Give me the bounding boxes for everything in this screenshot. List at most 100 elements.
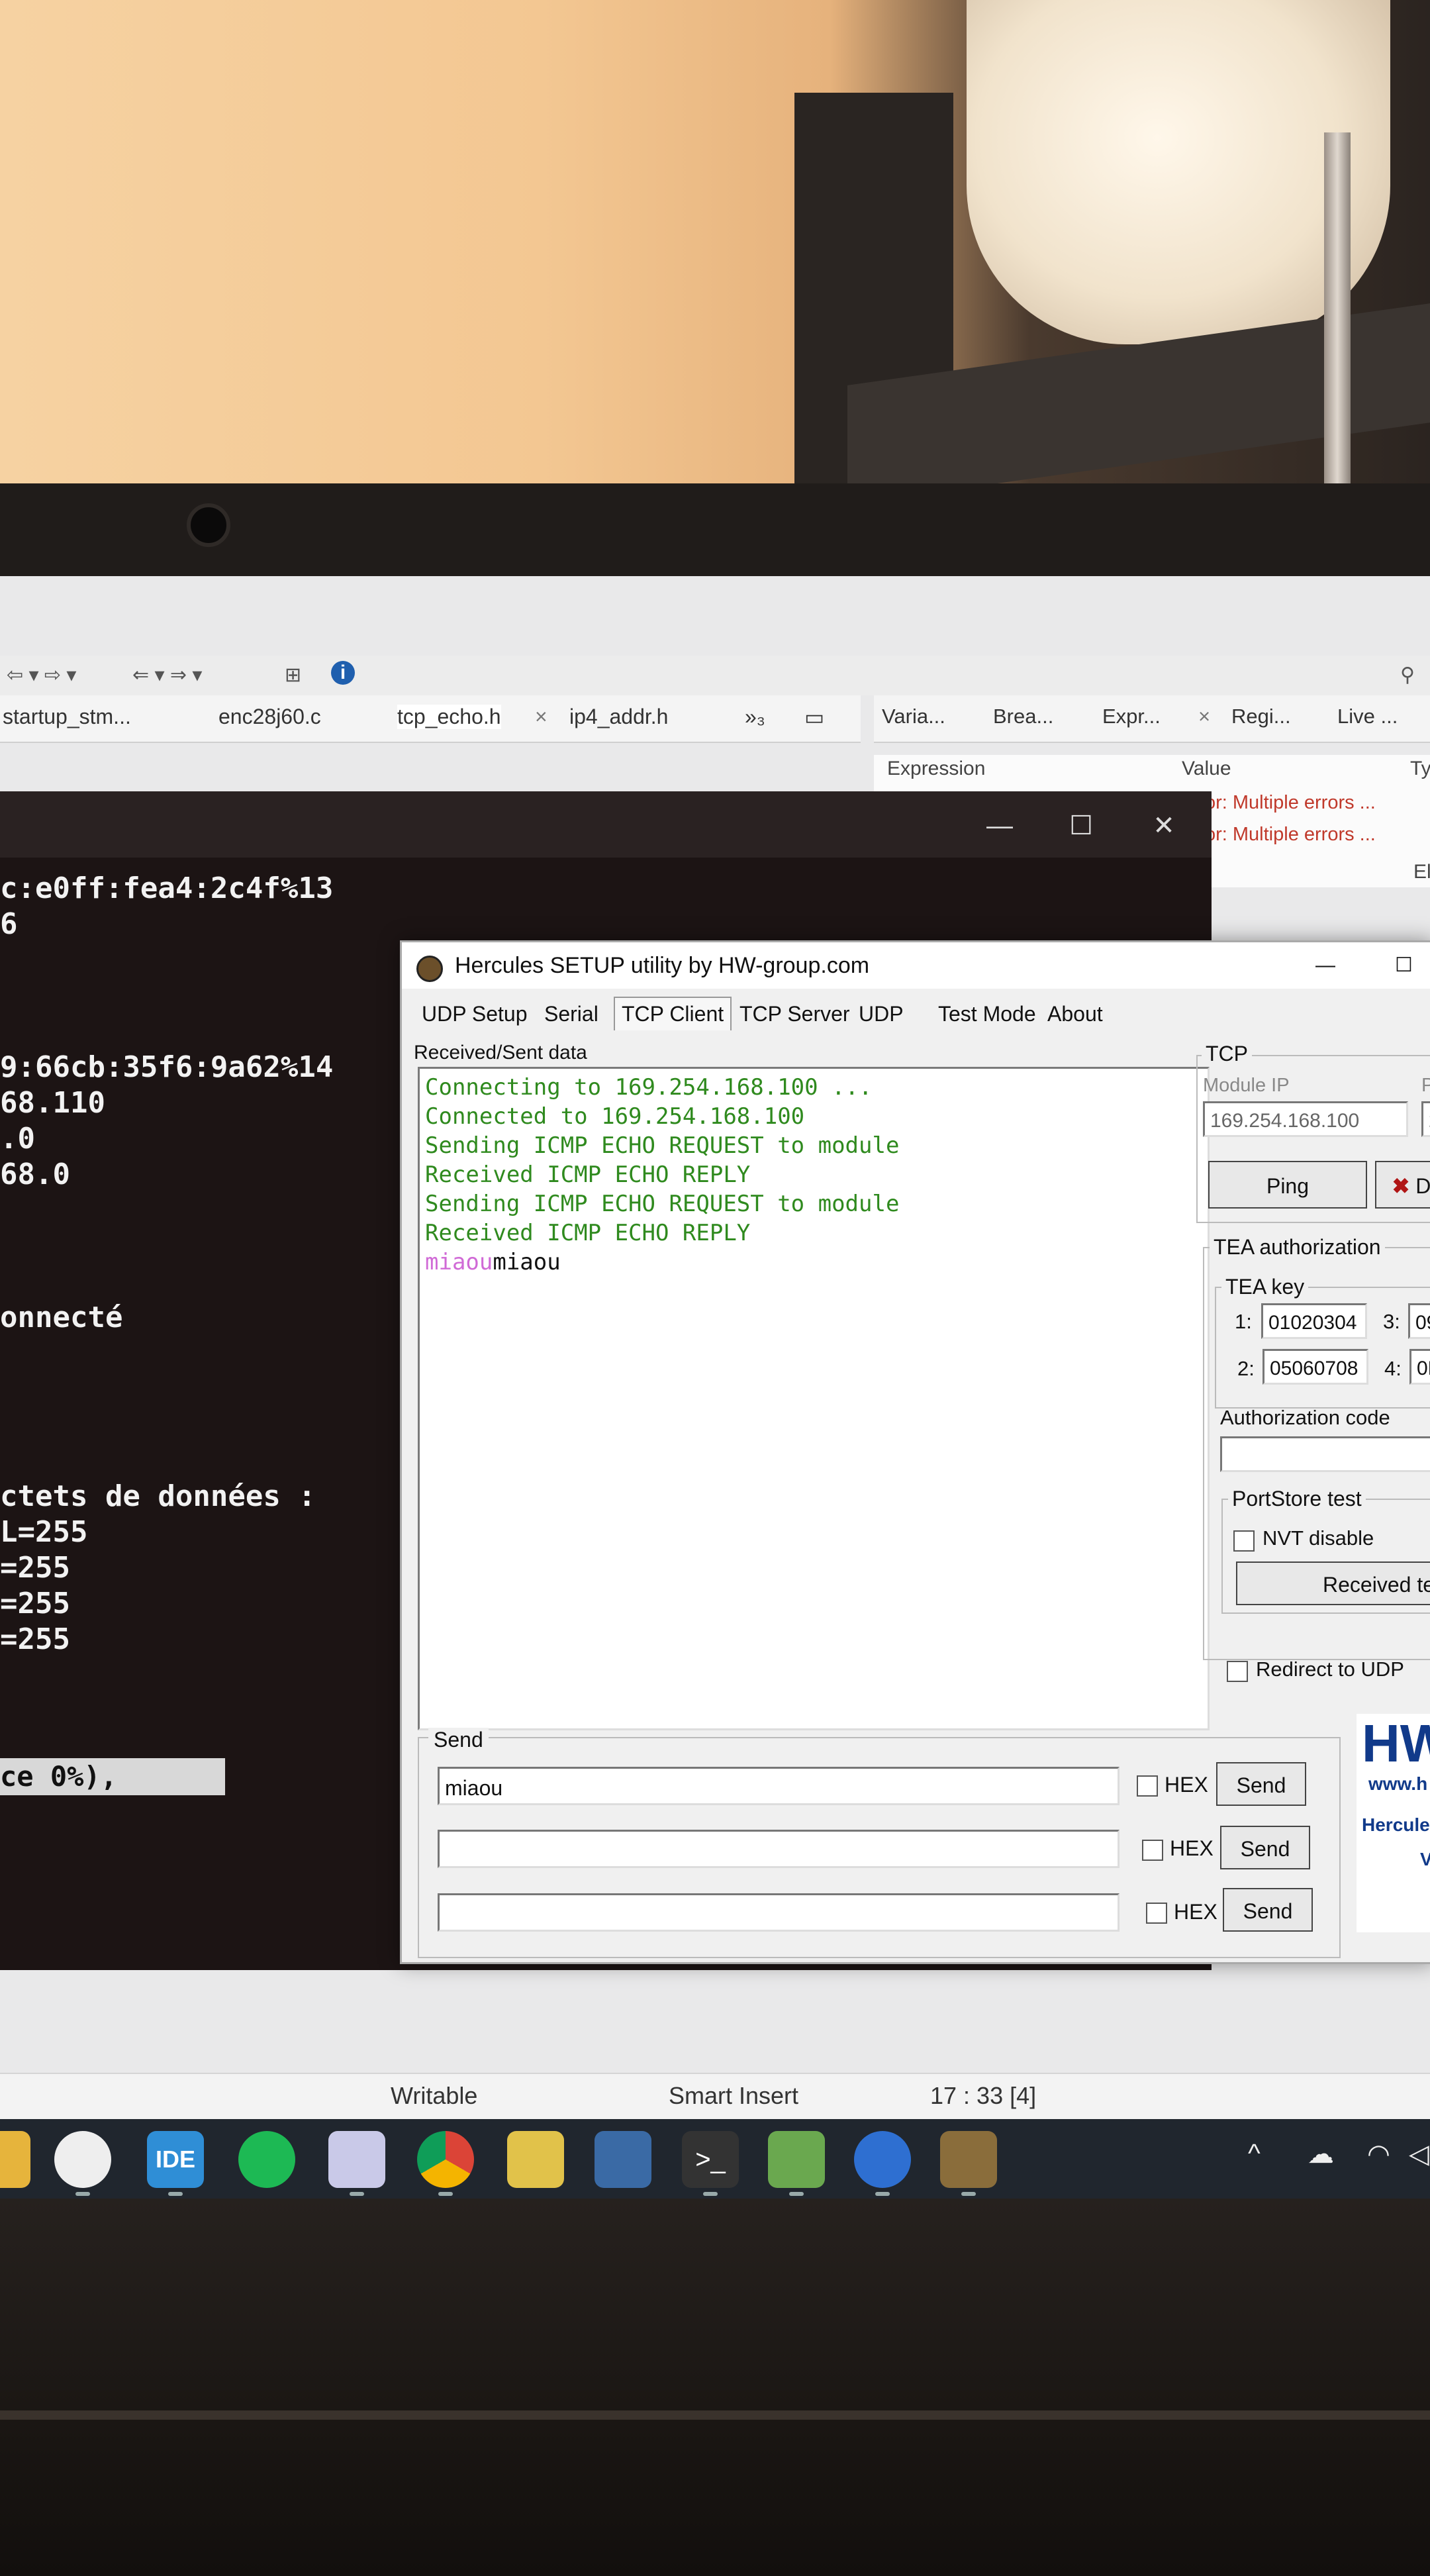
send-button-2[interactable]: Send bbox=[1220, 1826, 1310, 1869]
open-perspective-icon[interactable]: ⊞ bbox=[285, 664, 301, 687]
wifi-icon[interactable]: ◠ bbox=[1367, 2139, 1390, 2169]
view-tabs: Varia... Brea... Expr... × Regi... Live … bbox=[874, 695, 1430, 743]
close-button[interactable]: ✕ bbox=[1144, 806, 1184, 846]
file-explorer-icon[interactable] bbox=[0, 2131, 30, 2188]
hex-checkbox-2[interactable] bbox=[1142, 1840, 1163, 1861]
running-indicator bbox=[75, 2192, 90, 2196]
tab-tcp-server[interactable]: TCP Server bbox=[739, 1002, 850, 1026]
tea-key-2[interactable]: 05060708 bbox=[1263, 1349, 1368, 1385]
tab-variables[interactable]: Varia... bbox=[882, 705, 945, 728]
brand-hw: HW bbox=[1362, 1714, 1430, 1773]
nav-back-icon[interactable]: ⇐ ▾ ⇒ ▾ bbox=[132, 664, 202, 687]
tab-tcp-client[interactable]: TCP Client bbox=[614, 997, 732, 1030]
close-icon[interactable]: × bbox=[535, 705, 548, 729]
tab-startup[interactable]: startup_stm... bbox=[3, 705, 131, 729]
received-line: Connecting to 169.254.168.100 ... bbox=[425, 1074, 873, 1101]
hercules-taskbar-icon[interactable] bbox=[940, 2131, 997, 2188]
disconnect-button[interactable]: ✖ D bbox=[1375, 1161, 1430, 1209]
tray-chevron-icon[interactable]: ^ bbox=[1248, 2139, 1261, 2169]
volume-icon[interactable]: ◁ bbox=[1409, 2139, 1429, 2169]
running-indicator bbox=[875, 2192, 890, 2196]
redirect-udp-checkbox[interactable] bbox=[1227, 1661, 1248, 1682]
tea-key-3[interactable]: 09 bbox=[1408, 1303, 1430, 1339]
webcam bbox=[187, 503, 230, 547]
tea-key-index: 2: bbox=[1237, 1357, 1255, 1380]
maximize-button[interactable]: ☐ bbox=[1061, 806, 1101, 846]
tab-live-expressions[interactable]: Live ... bbox=[1337, 705, 1398, 728]
onedrive-cloud-icon[interactable]: ☁ bbox=[1308, 2139, 1334, 2169]
tab-registers[interactable]: Regi... bbox=[1231, 705, 1291, 728]
tea-key-4[interactable]: 0D bbox=[1409, 1349, 1430, 1385]
tab-tcp-echo[interactable]: tcp_echo.h bbox=[397, 705, 501, 729]
nvt-disable-checkbox[interactable] bbox=[1233, 1530, 1255, 1552]
status-insert-mode: Smart Insert bbox=[669, 2082, 799, 2109]
teraterm-icon[interactable] bbox=[507, 2131, 564, 2188]
hercules-tabs: UDP Setup Serial TCP Client TCP Server U… bbox=[415, 997, 1342, 1032]
snipping-tool-icon[interactable] bbox=[328, 2131, 385, 2188]
received-data-box[interactable]: Connecting to 169.254.168.100 ... Connect… bbox=[418, 1067, 1210, 1730]
disconnect-x-icon: ✖ bbox=[1392, 1174, 1410, 1198]
received-echo-text: miaou bbox=[493, 1249, 561, 1275]
tab-test-mode[interactable]: Test Mode bbox=[938, 1002, 1036, 1026]
app-icon[interactable] bbox=[54, 2131, 111, 2188]
spotify-icon[interactable] bbox=[238, 2131, 295, 2188]
terminal-icon[interactable]: >_ bbox=[682, 2131, 739, 2188]
tab-serial[interactable]: Serial bbox=[544, 1002, 598, 1026]
minimize-button[interactable]: — bbox=[980, 806, 1020, 846]
tea-key-index: 1: bbox=[1235, 1310, 1252, 1333]
tcp-group-label: TCP bbox=[1202, 1042, 1252, 1066]
hw-group-logo: HW www.h Hercule V bbox=[1357, 1714, 1430, 1932]
taskbar: IDE >_ ^ ☁ ◠ ◁ bbox=[0, 2119, 1430, 2199]
error-value: or: Multiple errors ... bbox=[1205, 792, 1376, 813]
info-icon[interactable]: i bbox=[331, 661, 355, 685]
echo-line: miaoumiaou bbox=[425, 1248, 899, 1277]
port-field[interactable]: 2 bbox=[1421, 1101, 1430, 1137]
ide-toolbar: ⇦ ▾ ⇨ ▾ ⇐ ▾ ⇒ ▾ ⊞ i ⚲ bbox=[0, 656, 1430, 695]
send-input-1[interactable]: miaou bbox=[438, 1767, 1120, 1805]
metal-rod bbox=[1324, 132, 1351, 490]
tab-udp-setup[interactable]: UDP Setup bbox=[422, 1002, 528, 1026]
minimize-icon[interactable]: ▭ bbox=[804, 705, 824, 730]
close-icon[interactable]: × bbox=[1198, 705, 1210, 728]
chrome-icon[interactable] bbox=[417, 2131, 474, 2188]
authorization-code-field[interactable] bbox=[1220, 1436, 1430, 1472]
send-input-3[interactable] bbox=[438, 1893, 1120, 1932]
brand-hercules: Hercule bbox=[1362, 1814, 1430, 1835]
terminal-line: 68.0 bbox=[0, 1158, 70, 1191]
tab-expressions[interactable]: Expr... bbox=[1102, 705, 1161, 728]
stm32cubeide-icon[interactable]: IDE bbox=[147, 2131, 204, 2188]
terminal-line: 6 bbox=[0, 907, 18, 941]
send-input-2[interactable] bbox=[438, 1830, 1120, 1868]
more-tabs-indicator[interactable]: »₃ bbox=[745, 705, 765, 729]
received-line: Sending ICMP ECHO REQUEST to module bbox=[425, 1132, 900, 1159]
tab-udp[interactable]: UDP bbox=[859, 1002, 904, 1026]
tea-key-1[interactable]: 01020304 bbox=[1261, 1303, 1367, 1339]
search-icon[interactable]: ⚲ bbox=[1400, 664, 1415, 687]
tab-about[interactable]: About bbox=[1047, 1002, 1103, 1026]
tab-enc28j60[interactable]: enc28j60.c bbox=[218, 705, 321, 729]
minimize-button[interactable]: — bbox=[1315, 942, 1335, 989]
terminal-line: c:e0ff:fea4:2c4f%13 bbox=[0, 871, 334, 905]
notepad-icon[interactable] bbox=[768, 2131, 825, 2188]
calculator-icon[interactable] bbox=[595, 2131, 651, 2188]
tab-ip4-addr[interactable]: ip4_addr.h bbox=[569, 705, 668, 729]
maximize-button[interactable]: ☐ bbox=[1395, 942, 1413, 989]
ping-button[interactable]: Ping bbox=[1208, 1161, 1367, 1209]
terminal-line: =255 bbox=[0, 1622, 70, 1656]
module-ip-field[interactable]: 169.254.168.100 bbox=[1203, 1101, 1408, 1137]
send-button-3[interactable]: Send bbox=[1223, 1888, 1313, 1932]
tab-breakpoints[interactable]: Brea... bbox=[993, 705, 1053, 728]
toolbar-arrows-icon[interactable]: ⇦ ▾ ⇨ ▾ bbox=[7, 664, 76, 687]
hex-checkbox-3[interactable] bbox=[1146, 1903, 1167, 1924]
settings-gear-icon[interactable] bbox=[854, 2131, 911, 2188]
terminal-line: .0 bbox=[0, 1122, 35, 1156]
hex-checkbox-1[interactable] bbox=[1137, 1775, 1158, 1797]
received-line: Received ICMP ECHO REPLY bbox=[425, 1220, 751, 1246]
received-test-button[interactable]: Received tes bbox=[1236, 1561, 1430, 1605]
received-lines: Connecting to 169.254.168.100 ... Connect… bbox=[425, 1073, 899, 1277]
send-button-1[interactable]: Send bbox=[1216, 1762, 1306, 1806]
